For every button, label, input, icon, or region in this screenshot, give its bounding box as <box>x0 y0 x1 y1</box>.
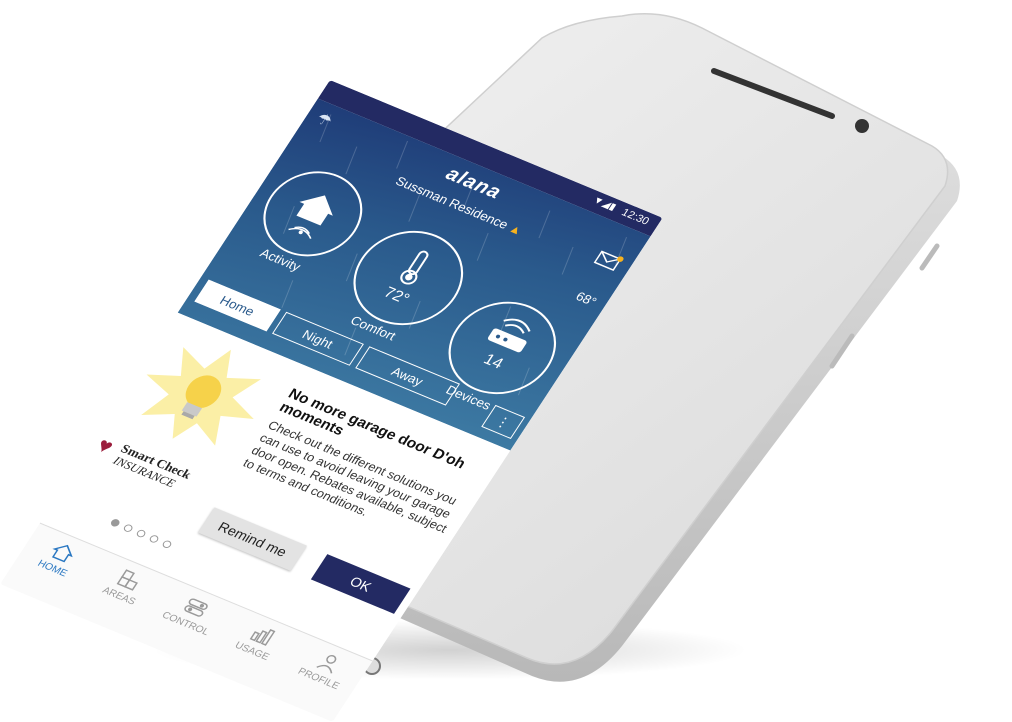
remind-me-button[interactable]: Remind me <box>198 507 308 571</box>
pager-dot[interactable] <box>161 539 173 550</box>
home-icon <box>51 544 73 563</box>
control-icon <box>184 598 208 617</box>
pager-dot[interactable] <box>122 523 135 534</box>
pager-dot[interactable] <box>109 517 122 528</box>
usage-icon <box>249 629 276 646</box>
signal-icons: ▼◢▮ <box>590 194 618 213</box>
heart-check-icon: ♥ <box>92 432 119 459</box>
pager-dot[interactable] <box>148 534 160 544</box>
areas-icon <box>116 569 138 591</box>
pager-dot[interactable] <box>135 528 148 539</box>
pager-dots <box>107 514 182 556</box>
profile-icon <box>316 654 337 674</box>
ok-button[interactable]: OK <box>310 554 411 614</box>
